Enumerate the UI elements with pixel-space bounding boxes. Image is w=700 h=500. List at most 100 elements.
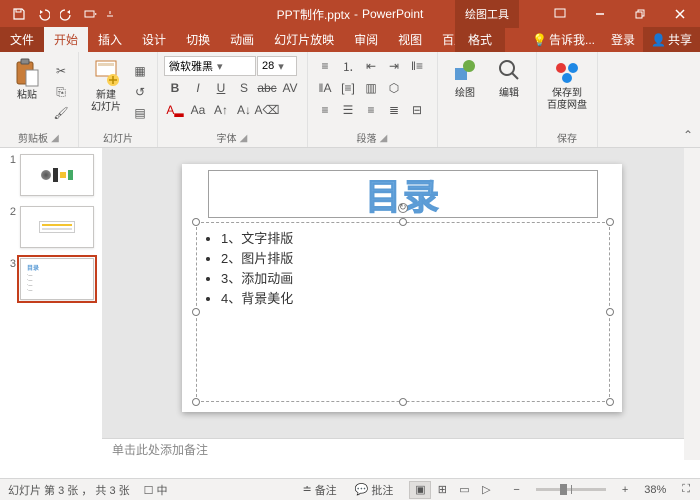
thumb-2-row[interactable]: 2 bbox=[4, 206, 98, 248]
tab-design[interactable]: 设计 bbox=[132, 27, 176, 52]
content-list[interactable]: 1、文字排版 2、图片排版 3、添加动画 4、背景美化 bbox=[197, 223, 609, 315]
resize-handle[interactable] bbox=[606, 308, 614, 316]
thumb-2[interactable] bbox=[20, 206, 94, 248]
columns-button[interactable]: ▥ bbox=[360, 78, 382, 98]
vertical-scrollbar[interactable] bbox=[684, 148, 700, 460]
bold-button[interactable]: B bbox=[164, 78, 186, 98]
normal-view-icon[interactable]: ▣ bbox=[409, 481, 431, 499]
tab-animations[interactable]: 动画 bbox=[220, 27, 264, 52]
minimize-icon[interactable] bbox=[580, 0, 620, 28]
resize-handle[interactable] bbox=[399, 398, 407, 406]
font-size-combo[interactable]: 28▾ bbox=[257, 56, 297, 76]
qat-save-icon[interactable] bbox=[8, 3, 30, 25]
rotate-handle-icon[interactable] bbox=[398, 203, 408, 213]
align-center-button[interactable]: ☰ bbox=[337, 100, 359, 120]
line-spacing-button[interactable]: ‖≡ bbox=[406, 56, 428, 76]
reset-icon[interactable]: ↺ bbox=[129, 82, 151, 102]
align-text-button[interactable]: [≡] bbox=[337, 78, 359, 98]
tab-home[interactable]: 开始 bbox=[44, 27, 88, 52]
zoom-out-button[interactable]: − bbox=[511, 484, 521, 496]
drawing-button[interactable]: 绘图 bbox=[444, 56, 486, 143]
login-button[interactable]: 登录 bbox=[603, 27, 643, 52]
slide-thumbnails-panel[interactable]: 1 2 3 目录 ·—·—·—·— bbox=[0, 148, 102, 460]
text-direction-button[interactable]: ‖A bbox=[314, 78, 336, 98]
resize-handle[interactable] bbox=[399, 218, 407, 226]
zoom-in-button[interactable]: + bbox=[620, 484, 630, 496]
slide-counter[interactable]: 幻灯片 第 3 张 ， 共 3 张 bbox=[8, 482, 130, 498]
align-right-button[interactable]: ≡ bbox=[360, 100, 382, 120]
list-item[interactable]: 4、背景美化 bbox=[221, 289, 595, 309]
close-icon[interactable] bbox=[660, 0, 700, 28]
thumb-3-row[interactable]: 3 目录 ·—·—·—·— bbox=[4, 258, 98, 300]
strike-button[interactable]: abc bbox=[256, 78, 278, 98]
tab-view[interactable]: 视图 bbox=[388, 27, 432, 52]
grow-font-button[interactable]: A↑ bbox=[210, 100, 232, 120]
zoom-slider[interactable] bbox=[536, 488, 606, 491]
tab-review[interactable]: 审阅 bbox=[344, 27, 388, 52]
resize-handle[interactable] bbox=[192, 308, 200, 316]
resize-handle[interactable] bbox=[192, 398, 200, 406]
qat-redo-icon[interactable] bbox=[56, 3, 78, 25]
notes-toggle[interactable]: ≐ 备注 bbox=[300, 482, 338, 498]
slideshow-view-icon[interactable]: ▷ bbox=[475, 481, 497, 499]
change-case-button[interactable]: Aa bbox=[187, 100, 209, 120]
chevron-down-icon[interactable]: ▾ bbox=[217, 60, 223, 73]
editing-button[interactable]: 编辑 bbox=[488, 56, 530, 143]
char-spacing-button[interactable]: AV bbox=[279, 78, 301, 98]
paste-button[interactable]: 粘贴 bbox=[6, 56, 48, 128]
dialog-launcher-icon[interactable]: ◢ bbox=[379, 133, 389, 143]
chevron-down-icon[interactable]: ▾ bbox=[278, 60, 284, 73]
new-slide-button[interactable]: 新建 幻灯片 bbox=[85, 56, 127, 128]
align-left-button[interactable]: ≡ bbox=[314, 100, 336, 120]
numbering-button[interactable]: ⒈ bbox=[337, 56, 359, 76]
format-painter-icon[interactable]: 🖌 bbox=[50, 103, 72, 123]
content-placeholder[interactable]: 1、文字排版 2、图片排版 3、添加动画 4、背景美化 bbox=[196, 222, 610, 402]
fit-to-window-icon[interactable]: ⛶ bbox=[680, 483, 692, 496]
resize-handle[interactable] bbox=[192, 218, 200, 226]
distribute-button[interactable]: ⊟ bbox=[406, 100, 428, 120]
save-to-baidu-button[interactable]: 保存到 百度网盘 bbox=[543, 56, 591, 128]
copy-icon[interactable]: ⎘ bbox=[50, 82, 72, 102]
shadow-button[interactable]: S bbox=[233, 78, 255, 98]
shrink-font-button[interactable]: A↓ bbox=[233, 100, 255, 120]
layout-icon[interactable]: ▦ bbox=[129, 61, 151, 81]
underline-button[interactable]: U bbox=[210, 78, 232, 98]
dialog-launcher-icon[interactable]: ◢ bbox=[239, 133, 249, 143]
current-slide[interactable]: 目录 1、文字排版 2、图片排版 3、添加动画 4、背景美化 bbox=[182, 164, 622, 412]
italic-button[interactable]: I bbox=[187, 78, 209, 98]
tell-me[interactable]: 💡告诉我... bbox=[524, 27, 603, 52]
tab-format[interactable]: 格式 bbox=[455, 27, 505, 52]
font-name-combo[interactable]: 微软雅黑▾ bbox=[164, 56, 256, 76]
smartart-button[interactable]: ⬡ bbox=[383, 78, 405, 98]
notes-pane[interactable]: 单击此处添加备注 bbox=[102, 438, 700, 460]
tab-insert[interactable]: 插入 bbox=[88, 27, 132, 52]
decrease-indent-button[interactable]: ⇤ bbox=[360, 56, 382, 76]
thumb-3[interactable]: 目录 ·—·—·—·— bbox=[20, 258, 94, 300]
restore-icon[interactable] bbox=[620, 0, 660, 28]
clear-format-button[interactable]: A⌫ bbox=[256, 100, 278, 120]
ribbon-options-icon[interactable] bbox=[540, 0, 580, 28]
increase-indent-button[interactable]: ⇥ bbox=[383, 56, 405, 76]
share-button[interactable]: 👤共享 bbox=[643, 27, 700, 52]
sorter-view-icon[interactable]: ⊞ bbox=[431, 481, 453, 499]
font-color-button[interactable]: A▂ bbox=[164, 100, 186, 120]
resize-handle[interactable] bbox=[606, 398, 614, 406]
thumb-1-row[interactable]: 1 bbox=[4, 154, 98, 196]
zoom-percent[interactable]: 38% bbox=[644, 484, 666, 496]
reading-view-icon[interactable]: ▭ bbox=[453, 481, 475, 499]
section-icon[interactable]: ▤ bbox=[129, 103, 151, 123]
tab-transitions[interactable]: 切换 bbox=[176, 27, 220, 52]
zoom-thumb[interactable] bbox=[560, 484, 567, 495]
resize-handle[interactable] bbox=[606, 218, 614, 226]
thumb-1[interactable] bbox=[20, 154, 94, 196]
comments-toggle[interactable]: 💬 批注 bbox=[353, 482, 396, 498]
language-indicator[interactable]: ☐ 中 bbox=[144, 482, 168, 498]
list-item[interactable]: 3、添加动画 bbox=[221, 269, 595, 289]
list-item[interactable]: 2、图片排版 bbox=[221, 249, 595, 269]
slide-editor[interactable]: 目录 1、文字排版 2、图片排版 3、添加动画 4、背景美化 bbox=[102, 148, 700, 460]
qat-startfrombeginning-icon[interactable] bbox=[80, 3, 102, 25]
tab-slideshow[interactable]: 幻灯片放映 bbox=[264, 27, 344, 52]
dialog-launcher-icon[interactable]: ◢ bbox=[50, 133, 60, 143]
list-item[interactable]: 1、文字排版 bbox=[221, 229, 595, 249]
tab-file[interactable]: 文件 bbox=[0, 27, 44, 52]
